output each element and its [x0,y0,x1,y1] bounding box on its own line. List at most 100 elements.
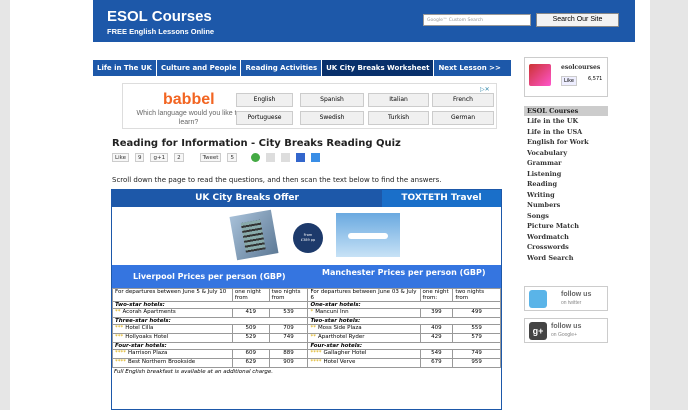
tweet-button[interactable]: Tweet [199,152,222,162]
star-rating: ** [310,325,316,331]
price-two-nights: 579 [452,333,501,343]
fb-page-name[interactable]: esolcourses [561,64,600,71]
ad-lang-spanish[interactable]: Spanish [300,93,364,107]
facebook-like-button[interactable]: Like [112,152,129,162]
liverpool-hotel: **** Harrison Plaza [112,349,233,359]
table-row: ** Acorah Apartments 419 539 * Mancuni Inn 399… [112,308,501,318]
delicious-icon[interactable] [295,152,305,162]
sidebar-item-listening[interactable]: Listening [524,169,608,180]
price-one-night: 429 [419,333,454,343]
offer-title: UK City Breaks Offer [195,193,299,203]
top-nav: Life in The UK Culture and People Readin… [93,60,511,76]
site-title[interactable]: ESOL Courses [107,8,212,25]
offer-images: From £389 pp [112,207,501,265]
breakfast-note: Full English breakfast is available at a… [114,369,274,375]
sidebar-item-reading[interactable]: Reading [524,179,608,190]
manchester-hotel: ** Aparthotel Ryder [307,333,421,343]
badge-price: £389 pp [300,238,316,242]
intro-text: Scroll down the page to read the questio… [112,176,442,184]
ad-tagline: Which language would you like to learn? [136,110,241,126]
price-rows: Two-star hotels: One-star hotels: ** Acorah… [112,301,501,368]
liverpool-hotel: **** Best Northern Brookside [112,358,233,368]
price-headers: Liverpool Prices per person (GBP) Manche… [112,265,501,288]
ad-lang-turkish[interactable]: Turkish [368,111,429,125]
sidebar-item-songs[interactable]: Songs [524,211,608,222]
star-rating: ** [115,309,121,315]
price-badge: From £389 pp [293,223,323,253]
search-button[interactable]: Search Our Site [536,13,619,27]
nav-reading-activities[interactable]: Reading Activities [241,60,323,76]
price-one-night: 419 [231,308,270,318]
price-two-nights: 559 [452,324,501,334]
sidebar-item-grammar[interactable]: Grammar [524,158,608,169]
sidebar-item-numbers[interactable]: Numbers [524,200,608,211]
babbel-ad[interactable]: babbel Which language would you like to … [122,83,497,129]
fb-widget-like-button[interactable]: Like [561,76,577,86]
price-one-night: 509 [231,324,270,334]
ad-lang-portuguese[interactable]: Portuguese [236,111,293,125]
nav-city-breaks-worksheet[interactable]: UK City Breaks Worksheet [322,60,435,76]
hotel-category-row: Three-star hotels: Two-star hotels: [112,317,501,325]
hotel-name: Moss Side Plaza [317,325,362,331]
sidebar-header: ESOL Courses [524,106,608,116]
digg-icon[interactable] [280,152,290,162]
reddit-icon[interactable] [265,152,275,162]
manchester-hotel: **** Gallagher Hotel [307,349,421,359]
star-rating: **** [115,350,126,356]
stumbleupon-icon[interactable] [250,152,260,162]
ad-lang-french[interactable]: French [432,93,494,107]
ad-lang-german[interactable]: German [432,111,494,125]
googleplus-follow[interactable]: g+ follow us on Google+ [524,318,608,343]
ad-lang-english[interactable]: English [236,93,293,107]
site-subtitle: FREE English Lessons Online [107,27,215,36]
star-rating: *** [115,334,124,340]
sidebar-item-crosswords[interactable]: Crosswords [524,242,608,253]
sidebar-nav: ESOL Courses Life in the UK Life in the U… [524,106,608,263]
star-rating: *** [115,325,124,331]
hotel-name: Harrison Plaza [128,350,168,356]
ad-lang-italian[interactable]: Italian [368,93,429,107]
hotel-category-row: Four-star hotels: Four-star hotels: [112,342,501,350]
googleplus-icon: g+ [529,322,547,340]
nav-culture-people[interactable]: Culture and People [157,60,242,76]
col-two-nights-right: two nights from [452,288,501,302]
twitter-follow[interactable]: follow us on twitter [524,286,608,311]
agency-name: TOXTETH Travel [382,190,501,207]
hotel-category-row: Two-star hotels: One-star hotels: [112,301,501,309]
bookmark-icon[interactable] [310,152,320,162]
manchester-hotel: ** Moss Side Plaza [307,324,421,334]
hotel-name: Hotel Verve [323,359,356,365]
col-two-nights-left: two nights from [268,288,309,302]
right-category: Four-star hotels: [307,342,501,350]
right-category: Two-star hotels: [307,317,501,325]
col-manchester-dates: For departures between June 03 & July 6 [307,288,421,302]
left-category: Two-star hotels: [112,301,309,309]
hotel-name: Best Northern Brookside [128,359,196,365]
ad-lang-swedish[interactable]: Swedish [300,111,364,125]
sidebar-item-wordmatch[interactable]: Wordmatch [524,232,608,243]
manchester-hotel: * Mancuni Inn [307,308,421,318]
sidebar-item-life-in-the-uk[interactable]: Life in the UK [524,116,608,127]
search-input[interactable]: Google™ Custom Search [423,14,531,26]
price-two-nights: 959 [452,358,501,368]
nav-next-lesson[interactable]: Next Lesson >> [434,60,504,76]
twitter-follow-label: follow us [561,291,592,298]
hotel-name: Gallagher Hotel [323,350,367,356]
sidebar-item-word-search[interactable]: Word Search [524,253,608,264]
page-avatar[interactable] [529,64,551,86]
tweet-count: 5 [227,152,237,162]
sidebar-item-writing[interactable]: Writing [524,190,608,201]
gplus-button[interactable]: g+1 [150,152,169,162]
sidebar-item-vocabulary[interactable]: Vocabulary [524,148,608,159]
sidebar-item-picture-match[interactable]: Picture Match [524,221,608,232]
star-rating: **** [310,359,322,365]
nav-life-in-uk[interactable]: Life in The UK [93,60,157,76]
right-category: One-star hotels: [307,301,501,309]
price-one-night: 529 [231,333,270,343]
sidebar-item-life-in-the-usa[interactable]: Life in the USA [524,127,608,138]
sidebar-item-english-for-work[interactable]: English for Work [524,137,608,148]
offer-title-bar: UK City Breaks Offer TOXTETH Travel [112,190,501,207]
star-rating: **** [115,359,126,365]
fb-like-count: 9 [134,152,145,162]
babbel-logo[interactable]: babbel [163,91,215,109]
